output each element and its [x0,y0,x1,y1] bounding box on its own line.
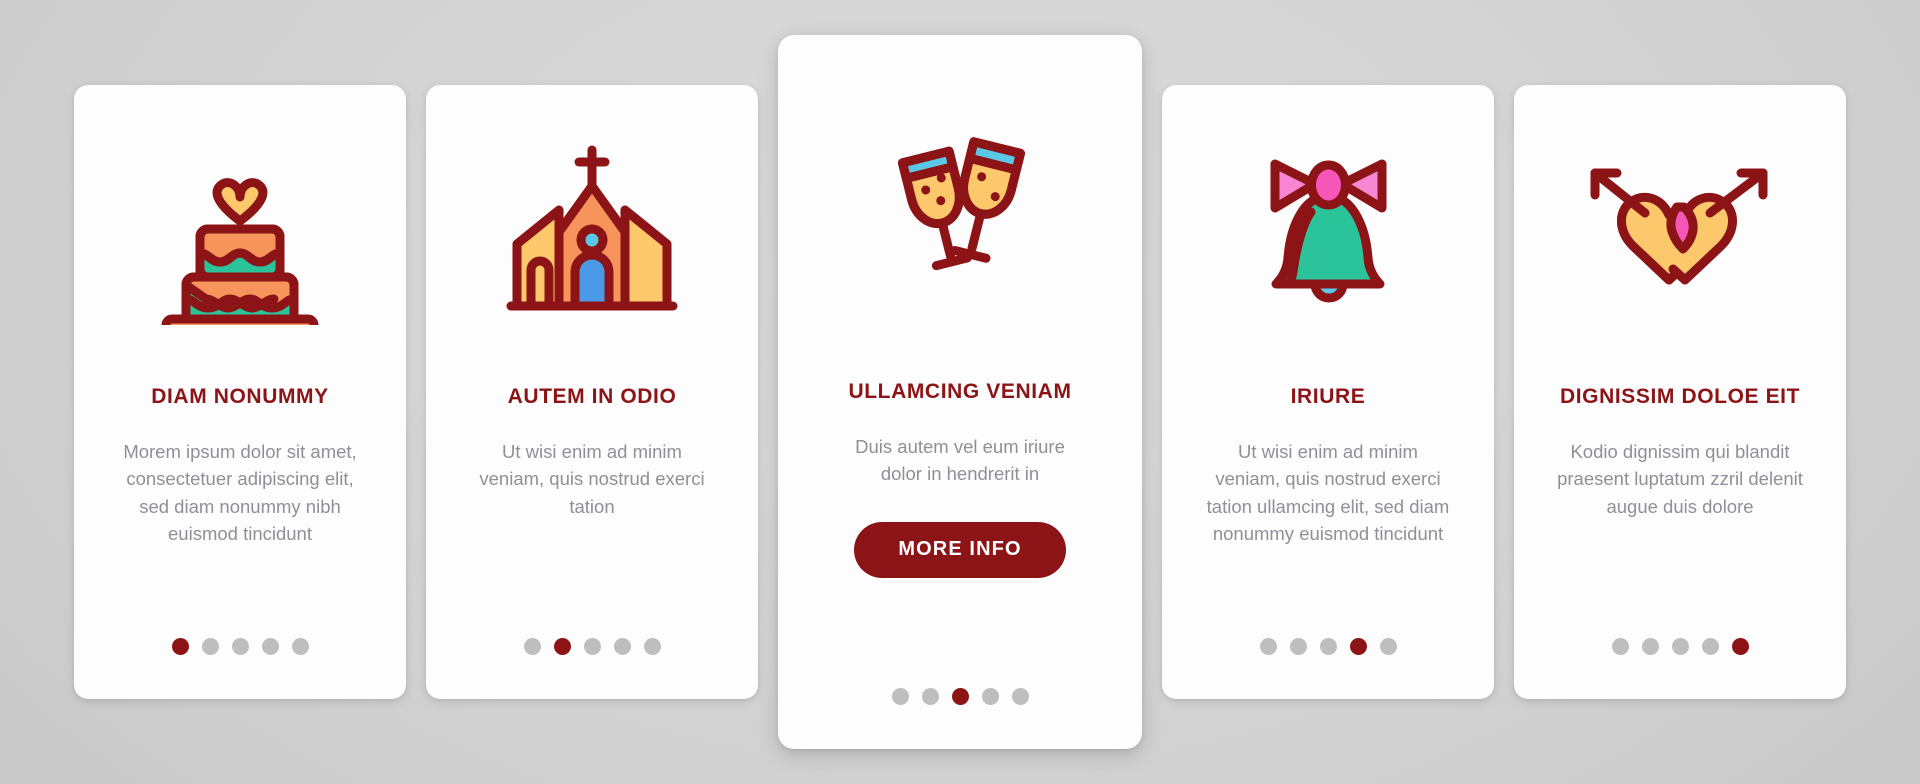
pagination-dot-5[interactable] [643,638,661,655]
pagination-dot-1[interactable] [891,688,909,705]
pagination-dot-4[interactable] [1349,638,1367,655]
pagination-dot-5[interactable] [1731,638,1749,655]
wedding-bell-icon [1162,85,1494,385]
pagination-dot-4[interactable] [613,638,631,655]
pagination-dot-3[interactable] [583,638,601,655]
card-body-text: Kodio dignissim qui blandit praesent lup… [1557,441,1803,517]
pagination-dot-2[interactable] [201,638,219,655]
wedding-cake-icon [74,85,406,385]
onboarding-card-3-featured[interactable]: ULLAMCING VENIAM Duis autem vel eum iriu… [778,35,1142,749]
pagination-dots [74,638,406,655]
pagination-dot-1[interactable] [1259,638,1277,655]
pagination-dot-1[interactable] [523,638,541,655]
pagination-dots [1162,638,1494,655]
pagination-dot-1[interactable] [171,638,189,655]
two-hearts-arrows-icon [1514,85,1846,385]
card-body-text: Ut wisi enim ad minim veniam, quis nostr… [1206,441,1450,545]
onboarding-card-row: DIAM NONUMMY Morem ipsum dolor sit amet,… [0,0,1920,784]
pagination-dot-3[interactable] [1671,638,1689,655]
onboarding-card-2[interactable]: AUTEM IN ODIO Ut wisi enim ad minim veni… [426,85,758,699]
onboarding-card-5[interactable]: DIGNISSIM DOLOE EIT Kodio dignissim qui … [1514,85,1846,699]
champagne-toast-icon [778,35,1142,380]
pagination-dot-4[interactable] [981,688,999,705]
pagination-dot-2[interactable] [1641,638,1659,655]
pagination-dot-5[interactable] [1011,688,1029,705]
card-title: IRIURE [1290,385,1366,408]
pagination-dot-2[interactable] [1289,638,1307,655]
pagination-dot-1[interactable] [1611,638,1629,655]
more-info-button[interactable]: MORE INFO [854,521,1066,578]
pagination-dot-3[interactable] [1319,638,1337,655]
onboarding-card-1[interactable]: DIAM NONUMMY Morem ipsum dolor sit amet,… [74,85,406,699]
card-body-text: Ut wisi enim ad minim veniam, quis nostr… [479,441,705,517]
card-title: DIAM NONUMMY [151,385,329,408]
card-title: AUTEM IN ODIO [507,385,677,408]
pagination-dots [778,688,1142,705]
pagination-dot-5[interactable] [291,638,309,655]
pagination-dot-3[interactable] [231,638,249,655]
pagination-dot-3[interactable] [951,688,969,705]
card-title: DIGNISSIM DOLOE EIT [1559,385,1801,408]
card-body-text: Duis autem vel eum iriure dolor in hendr… [855,436,1065,485]
pagination-dot-4[interactable] [1701,638,1719,655]
pagination-dot-2[interactable] [553,638,571,655]
onboarding-card-4[interactable]: IRIURE Ut wisi enim ad minim veniam, qui… [1162,85,1494,699]
pagination-dot-2[interactable] [921,688,939,705]
card-title: ULLAMCING VENIAM [848,380,1072,403]
pagination-dot-5[interactable] [1379,638,1397,655]
pagination-dot-4[interactable] [261,638,279,655]
card-body-text: Morem ipsum dolor sit amet, consectetuer… [123,441,357,545]
church-icon [426,85,758,385]
onboarding-screen: DIAM NONUMMY Morem ipsum dolor sit amet,… [0,0,1920,784]
pagination-dots [426,638,758,655]
pagination-dots [1514,638,1846,655]
